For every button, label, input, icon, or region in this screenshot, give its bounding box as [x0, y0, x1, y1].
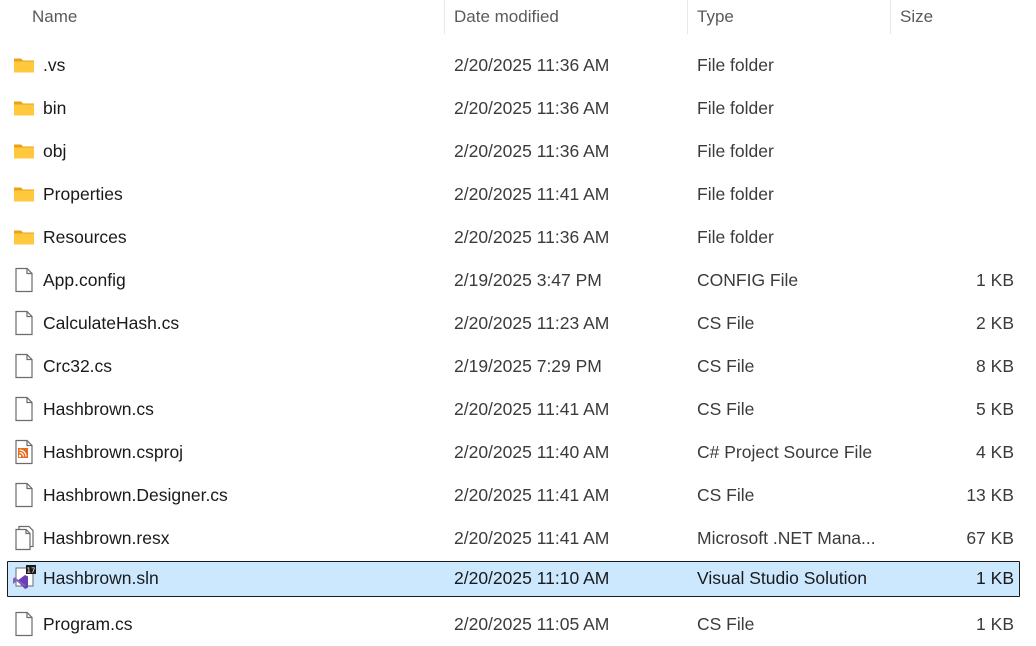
file-icon	[12, 388, 38, 431]
file-row[interactable]: CalculateHash.cs 2/20/2025 11:23 AM CS Fil…	[0, 302, 1036, 345]
file-name: Hashbrown.cs	[43, 399, 154, 419]
file-date-modified: 2/19/2025 7:29 PM	[454, 356, 602, 376]
folder-icon	[12, 130, 38, 173]
file-row[interactable]: .vs 2/20/2025 11:36 AM File folder	[0, 44, 1036, 87]
file-name: obj	[43, 141, 67, 161]
file-icon	[12, 302, 38, 345]
file-type: CS File	[697, 356, 755, 376]
file-date-modified: 2/20/2025 11:10 AM	[454, 568, 610, 588]
resx-file-icon	[12, 517, 38, 560]
file-row[interactable]: Program.cs 2/20/2025 11:05 AM CS File 1 KB	[0, 603, 1036, 646]
file-type: Visual Studio Solution	[697, 568, 867, 588]
file-type: File folder	[697, 227, 774, 247]
file-row[interactable]: obj 2/20/2025 11:36 AM File folder	[0, 130, 1036, 173]
file-explorer-details-view: ⌃ Name Date modified Type Size .vs 2/20/2…	[0, 0, 1036, 646]
folder-icon	[12, 216, 38, 259]
file-type: CS File	[697, 614, 755, 634]
file-date-modified: 2/20/2025 11:41 AM	[454, 528, 610, 548]
file-type: CONFIG File	[697, 270, 799, 290]
column-divider[interactable]	[890, 0, 891, 34]
file-date-modified: 2/20/2025 11:41 AM	[454, 485, 610, 505]
file-row[interactable]: Properties 2/20/2025 11:41 AM File folder	[0, 173, 1036, 216]
file-date-modified: 2/20/2025 11:36 AM	[454, 55, 610, 75]
file-row[interactable]: Hashbrown.cs 2/20/2025 11:41 AM CS File 5 K…	[0, 388, 1036, 431]
file-row[interactable]: bin 2/20/2025 11:36 AM File folder	[0, 87, 1036, 130]
file-name: CalculateHash.cs	[43, 313, 180, 333]
file-type: File folder	[697, 184, 774, 204]
file-icon	[12, 345, 38, 388]
file-type: Microsoft .NET Mana...	[697, 528, 876, 548]
file-size: 8 KB	[976, 356, 1014, 376]
file-name: .vs	[43, 55, 66, 75]
file-size: 1 KB	[976, 270, 1014, 290]
column-header-name[interactable]: Name	[32, 0, 77, 34]
column-header-size[interactable]: Size	[900, 0, 933, 34]
column-divider[interactable]	[687, 0, 688, 34]
file-name: Resources	[43, 227, 127, 247]
file-name: Hashbrown.resx	[43, 528, 170, 548]
file-type: C# Project Source File	[697, 442, 873, 462]
file-date-modified: 2/20/2025 11:40 AM	[454, 442, 610, 462]
file-date-modified: 2/20/2025 11:36 AM	[454, 141, 610, 161]
file-date-modified: 2/20/2025 11:05 AM	[454, 614, 610, 634]
folder-icon	[12, 87, 38, 130]
file-size: 1 KB	[976, 614, 1014, 634]
file-type: CS File	[697, 399, 755, 419]
file-size: 1 KB	[976, 568, 1014, 588]
file-row-selected[interactable]: 17 Hashbrown.sln 2/20/2025 11:10 AM Visual …	[0, 560, 1036, 603]
file-size	[900, 87, 1014, 130]
file-row[interactable]: Hashbrown.csproj 2/20/2025 11:40 AM C# Pro…	[0, 431, 1036, 474]
file-size	[900, 173, 1014, 216]
file-name: App.config	[43, 270, 126, 290]
column-divider[interactable]	[444, 0, 445, 34]
file-date-modified: 2/20/2025 11:36 AM	[454, 227, 610, 247]
svg-text:17: 17	[27, 567, 36, 575]
file-type: CS File	[697, 485, 755, 505]
file-row[interactable]: Hashbrown.resx 2/20/2025 11:41 AM Microsof…	[0, 517, 1036, 560]
file-size	[900, 44, 1014, 87]
file-row[interactable]: App.config 2/19/2025 3:47 PM CONFIG File 1 …	[0, 259, 1036, 302]
sort-indicator-icon: ⌃	[232, 0, 242, 7]
file-name: Hashbrown.sln	[43, 568, 159, 588]
file-type: File folder	[697, 55, 774, 75]
file-size	[900, 216, 1014, 259]
file-row[interactable]: Crc32.cs 2/19/2025 7:29 PM CS File 8 KB	[0, 345, 1036, 388]
folder-icon	[12, 44, 38, 87]
file-size: 4 KB	[976, 442, 1014, 462]
file-date-modified: 2/19/2025 3:47 PM	[454, 270, 602, 290]
file-size: 5 KB	[976, 399, 1014, 419]
file-size: 13 KB	[966, 485, 1014, 505]
folder-icon	[12, 173, 38, 216]
file-icon	[12, 603, 38, 646]
file-date-modified: 2/20/2025 11:41 AM	[454, 184, 610, 204]
file-name: Hashbrown.Designer.cs	[43, 485, 228, 505]
file-date-modified: 2/20/2025 11:41 AM	[454, 399, 610, 419]
file-row[interactable]: Resources 2/20/2025 11:36 AM File folder	[0, 216, 1036, 259]
file-type: File folder	[697, 98, 774, 118]
column-header-date-modified[interactable]: Date modified	[454, 0, 559, 34]
file-name: Hashbrown.csproj	[43, 442, 184, 462]
file-type: File folder	[697, 141, 774, 161]
file-name: bin	[43, 98, 67, 118]
rss-file-icon	[12, 431, 38, 474]
file-size: 2 KB	[976, 313, 1014, 333]
file-icon	[12, 259, 38, 302]
file-row[interactable]: Hashbrown.Designer.cs 2/20/2025 11:41 AM C…	[0, 474, 1036, 517]
file-name: Program.cs	[43, 614, 133, 634]
file-type: CS File	[697, 313, 755, 333]
file-size: 67 KB	[966, 528, 1014, 548]
file-name: Properties	[43, 184, 123, 204]
column-header-type[interactable]: Type	[697, 0, 734, 34]
file-date-modified: 2/20/2025 11:36 AM	[454, 98, 610, 118]
file-date-modified: 2/20/2025 11:23 AM	[454, 313, 610, 333]
file-name: Crc32.cs	[43, 356, 113, 376]
file-list: .vs 2/20/2025 11:36 AM File folder bin 2/20/…	[0, 44, 1036, 646]
visual-studio-solution-icon: 17	[12, 560, 38, 596]
file-size	[900, 130, 1014, 173]
column-header-bar: ⌃ Name Date modified Type Size	[0, 0, 1036, 34]
file-icon	[12, 474, 38, 517]
